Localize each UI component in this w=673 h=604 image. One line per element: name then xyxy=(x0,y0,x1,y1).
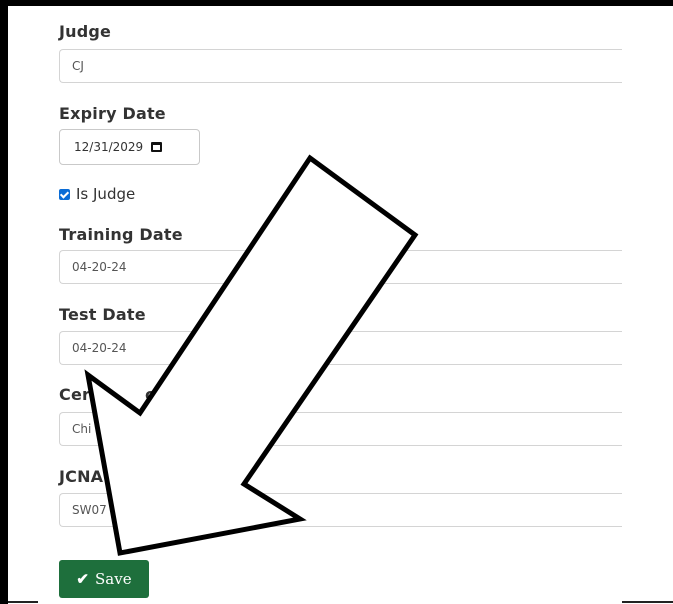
bottom-divider-right xyxy=(622,601,673,603)
arrow-shape xyxy=(84,154,419,556)
bottom-divider-left xyxy=(8,601,38,603)
arrow-annotation xyxy=(84,154,419,556)
